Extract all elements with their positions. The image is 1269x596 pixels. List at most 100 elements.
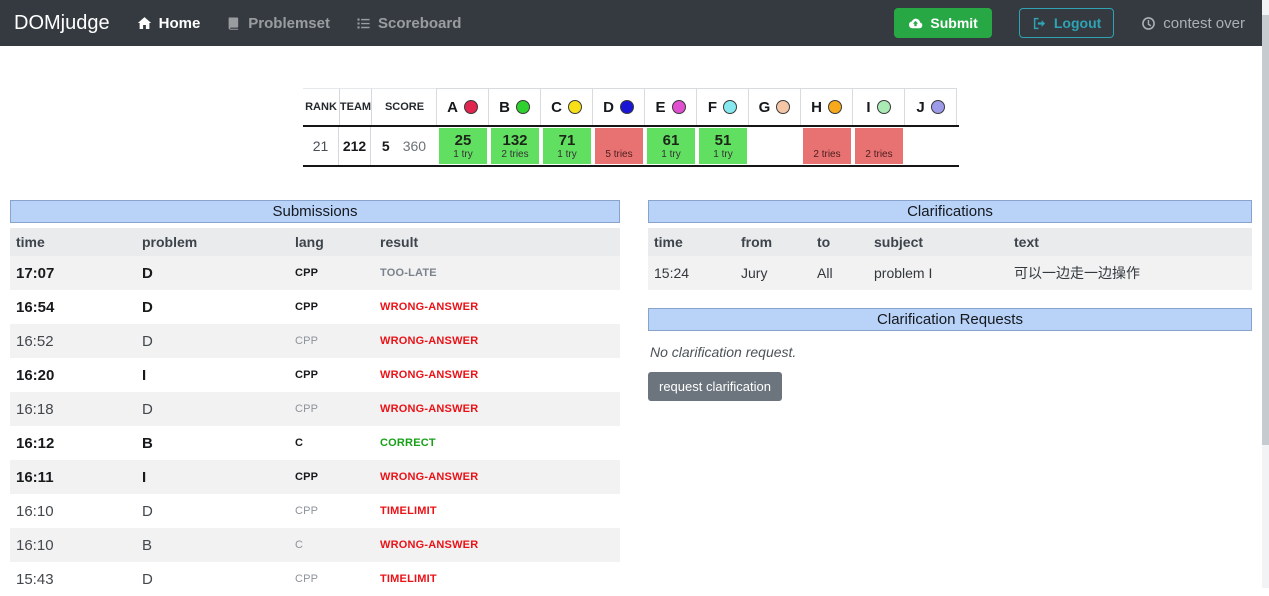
clarification-row[interactable]: 15:24JuryAllproblem I可以一边走一边操作 [648,256,1252,290]
submission-result: WRONG-ANSWER [374,324,620,358]
cloud-upload-icon [908,16,923,31]
submission-row[interactable]: 16:20ICPPWRONG-ANSWER [10,358,620,392]
logout-button-label: Logout [1054,15,1101,31]
clarification-to: All [811,256,868,290]
submission-row[interactable]: 16:10DCPPTIMELIMIT [10,494,620,528]
cell-solve-time: 25 [455,132,472,149]
problem-balloon-icon [828,100,842,114]
scoreboard-cell-I: 2 tries [853,127,905,165]
submissions-col-time: time [10,228,136,256]
submission-result: WRONG-ANSWER [374,290,620,324]
submission-problem: D [136,324,289,358]
request-clarification-button[interactable]: request clarification [648,372,782,401]
problem-balloon-icon [931,100,945,114]
submission-time: 16:10 [10,494,136,528]
submission-lang: CPP [289,494,374,528]
submission-time: 15:43 [10,562,136,596]
submission-time: 17:07 [10,256,136,290]
submission-lang: CPP [289,290,374,324]
list-icon [356,16,371,31]
cell-solve-time: 61 [663,132,680,149]
nav-item-label: Scoreboard [378,15,461,32]
submissions-section: Submissions timeproblemlangresult 17:07D… [10,200,620,596]
scoreboard-cell-B: 1322 tries [489,127,541,165]
submission-lang: CPP [289,562,374,596]
submission-row[interactable]: 16:12BCCORRECT [10,426,620,460]
submission-row[interactable]: 17:07DCPPTOO-LATE [10,256,620,290]
submission-row[interactable]: 16:54DCPPWRONG-ANSWER [10,290,620,324]
clarifications-section: Clarifications timefromtosubjecttext 15:… [648,200,1252,596]
problem-label: E [655,99,665,116]
submission-time: 16:52 [10,324,136,358]
submission-row[interactable]: 15:43DCPPTIMELIMIT [10,562,620,596]
clarifications-col-from: from [735,228,811,256]
nav-item-scoreboard[interactable]: Scoreboard [356,15,461,32]
scoreboard-problem-header-I: I [852,88,905,125]
scoreboard-col-rank: RANK [303,88,339,125]
page-scrollbar[interactable] [1262,0,1269,588]
scoreboard-header-row: RANKTEAMSCOREABCDEFGHIJ [303,88,959,127]
submission-row[interactable]: 16:52DCPPWRONG-ANSWER [10,324,620,358]
nav-item-label: Problemset [248,15,330,32]
contest-status: contest over [1141,15,1245,32]
cell-tries: 1 try [453,149,472,161]
logout-button[interactable]: Logout [1019,8,1114,38]
scrollbar-thumb[interactable] [1262,15,1269,445]
problem-balloon-icon [723,100,737,114]
scoreboard-problem-header-E: E [644,88,697,125]
cell-tries: 2 tries [813,149,840,161]
submission-result: TIMELIMIT [374,494,620,528]
scoreboard-col-team: TEAM [339,88,371,125]
problem-label: H [811,99,822,116]
clarification-requests-title: Clarification Requests [648,308,1252,331]
cell-solve-time: 51 [715,132,732,149]
submission-lang: CPP [289,256,374,290]
problem-label: A [447,99,458,116]
submission-problem: D [136,562,289,596]
problem-label: J [916,99,924,116]
submission-row[interactable]: 16:18DCPPWRONG-ANSWER [10,392,620,426]
problem-balloon-icon [620,100,634,114]
submission-problem: B [136,528,289,562]
submission-time: 16:54 [10,290,136,324]
scoreboard: RANKTEAMSCOREABCDEFGHIJ 212125360251 try… [303,88,959,167]
app-brand[interactable]: DOMjudge [14,12,110,35]
book-icon [226,16,241,31]
problem-balloon-icon [672,100,686,114]
cell-tries: 2 tries [501,149,528,161]
submission-problem: I [136,358,289,392]
clarification-from: Jury [735,256,811,290]
cell-solve-time: 71 [559,132,576,149]
submission-result: TIMELIMIT [374,562,620,596]
submission-lang: CPP [289,324,374,358]
scoreboard-problem-header-J: J [904,88,957,125]
submission-problem: D [136,290,289,324]
submission-lang: C [289,426,374,460]
scoreboard-problem-header-H: H [800,88,853,125]
cell-tries: 1 try [661,149,680,161]
problem-balloon-icon [568,100,582,114]
problem-label: D [603,99,614,116]
clarifications-table: timefromtosubjecttext 15:24JuryAllproble… [648,228,1252,290]
score-solved: 5 [382,138,390,154]
home-icon [137,16,152,31]
submission-row[interactable]: 16:10BCWRONG-ANSWER [10,528,620,562]
problem-label: I [866,99,870,116]
problem-balloon-icon [464,100,478,114]
team-id: 212 [339,127,371,165]
scoreboard-problem-header-A: A [436,88,489,125]
submit-button[interactable]: Submit [894,8,991,38]
scoreboard-problem-header-B: B [488,88,541,125]
problem-label: G [759,99,771,116]
submissions-table: timeproblemlangresult 17:07DCPPTOO-LATE1… [10,228,620,596]
nav-item-problemset[interactable]: Problemset [226,15,330,32]
nav-item-home[interactable]: Home [137,15,201,32]
submission-time: 16:12 [10,426,136,460]
problem-label: F [708,99,717,116]
clarifications-col-time: time [648,228,735,256]
clarifications-title: Clarifications [648,200,1252,223]
navbar-right: Submit Logout contest over [894,8,1249,38]
problem-balloon-icon [776,100,790,114]
submission-problem: D [136,392,289,426]
submission-row[interactable]: 16:11ICPPWRONG-ANSWER [10,460,620,494]
